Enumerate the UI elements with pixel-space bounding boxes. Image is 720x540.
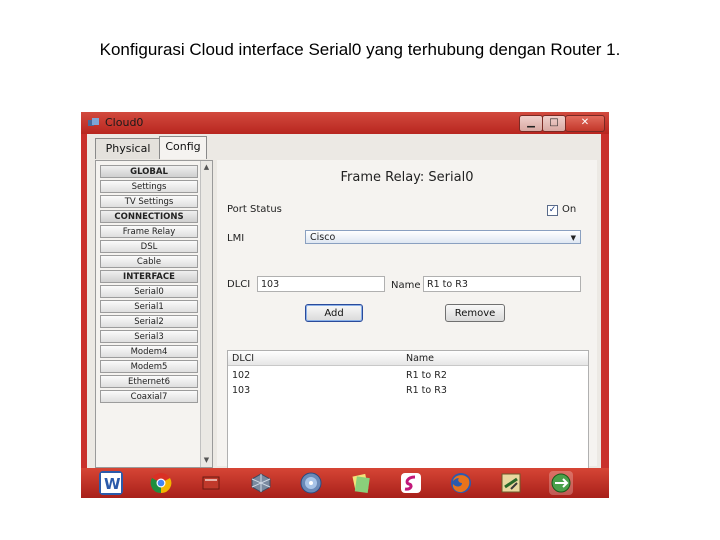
panel-title: Frame Relay: Serial0 xyxy=(340,170,474,185)
notes-icon[interactable] xyxy=(349,471,373,495)
flashget-icon[interactable] xyxy=(399,471,423,495)
sidebar-item-modem5[interactable]: Modem5 xyxy=(100,360,198,373)
maximize-button[interactable]: □ xyxy=(542,115,566,132)
dlci-input[interactable]: 103 xyxy=(257,276,385,292)
close-button[interactable]: ✕ xyxy=(565,115,605,132)
network-globe-icon[interactable] xyxy=(549,471,573,495)
sidebar-item-serial0[interactable]: Serial0 xyxy=(100,285,198,298)
name-label: Name xyxy=(391,280,421,291)
lmi-label: LMI xyxy=(227,233,245,244)
sidebar-item-ethernet6[interactable]: Ethernet6 xyxy=(100,375,198,388)
book-icon[interactable] xyxy=(199,471,223,495)
packet-tracer-icon[interactable] xyxy=(499,471,523,495)
chrome-icon[interactable] xyxy=(149,471,173,495)
tab-physical[interactable]: Physical xyxy=(95,138,161,159)
lmi-select-value: Cisco xyxy=(310,232,336,243)
taskbar: W xyxy=(81,468,609,498)
sidebar-item-modem4[interactable]: Modem4 xyxy=(100,345,198,358)
table-row-name[interactable]: R1 to R2 xyxy=(406,370,447,381)
table-row-dlci[interactable]: 102 xyxy=(232,370,250,381)
name-input[interactable]: R1 to R3 xyxy=(423,276,581,292)
chevron-down-icon: ▼ xyxy=(570,234,576,242)
port-status-label: Port Status xyxy=(227,204,282,215)
sidebar-item-frame-relay[interactable]: Frame Relay xyxy=(100,225,198,238)
disc-icon[interactable] xyxy=(299,471,323,495)
table-row-name[interactable]: R1 to R3 xyxy=(406,385,447,396)
sidebar-header-global: GLOBAL xyxy=(100,165,198,178)
svg-text:W: W xyxy=(104,475,121,493)
word-icon[interactable]: W xyxy=(99,471,123,495)
sidebar-item-cable[interactable]: Cable xyxy=(100,255,198,268)
firefox-icon[interactable] xyxy=(449,471,473,495)
dlci-label: DLCI xyxy=(227,279,251,290)
sidebar-item-serial2[interactable]: Serial2 xyxy=(100,315,198,328)
table-row-dlci[interactable]: 103 xyxy=(232,385,250,396)
add-button[interactable]: Add xyxy=(305,304,363,322)
slide-caption: Konfigurasi Cloud interface Serial0 yang… xyxy=(99,40,621,59)
cloud0-window: Cloud0 ▁ □ ✕ Physical Config GLOBAL Sett… xyxy=(81,112,609,498)
sidebar-item-tv-settings[interactable]: TV Settings xyxy=(100,195,198,208)
column-header-name: Name xyxy=(406,353,435,364)
config-sidebar: GLOBAL Settings TV Settings CONNECTIONS … xyxy=(95,160,213,468)
port-status-checkbox[interactable]: ✓ xyxy=(547,205,558,216)
sidebar-scrollbar[interactable]: ▲ ▼ xyxy=(200,161,212,467)
sidebar-item-dsl[interactable]: DSL xyxy=(100,240,198,253)
sidebar-item-coaxial7[interactable]: Coaxial7 xyxy=(100,390,198,403)
window-client: Physical Config GLOBAL Settings TV Setti… xyxy=(87,134,601,492)
title-bar[interactable]: Cloud0 ▁ □ ✕ xyxy=(81,112,609,134)
virtualbox-icon[interactable] xyxy=(249,471,273,495)
sidebar-item-serial1[interactable]: Serial1 xyxy=(100,300,198,313)
sidebar-item-serial3[interactable]: Serial3 xyxy=(100,330,198,343)
sidebar-header-interface: INTERFACE xyxy=(100,270,198,283)
scroll-down-icon[interactable]: ▼ xyxy=(202,455,211,465)
sidebar-header-connections: CONNECTIONS xyxy=(100,210,198,223)
tab-config[interactable]: Config xyxy=(159,136,207,159)
frame-relay-panel: Frame Relay: Serial0 Port Status ✓ On LM… xyxy=(217,160,597,492)
lmi-select[interactable]: Cisco ▼ xyxy=(305,230,581,244)
remove-button[interactable]: Remove xyxy=(445,304,505,322)
window-title: Cloud0 xyxy=(105,116,144,129)
cloud-icon xyxy=(88,118,99,126)
scroll-up-icon[interactable]: ▲ xyxy=(202,162,211,172)
column-header-dlci: DLCI xyxy=(232,353,255,364)
minimize-button[interactable]: ▁ xyxy=(519,115,543,132)
port-status-on-label: On xyxy=(562,204,577,215)
sidebar-item-settings[interactable]: Settings xyxy=(100,180,198,193)
